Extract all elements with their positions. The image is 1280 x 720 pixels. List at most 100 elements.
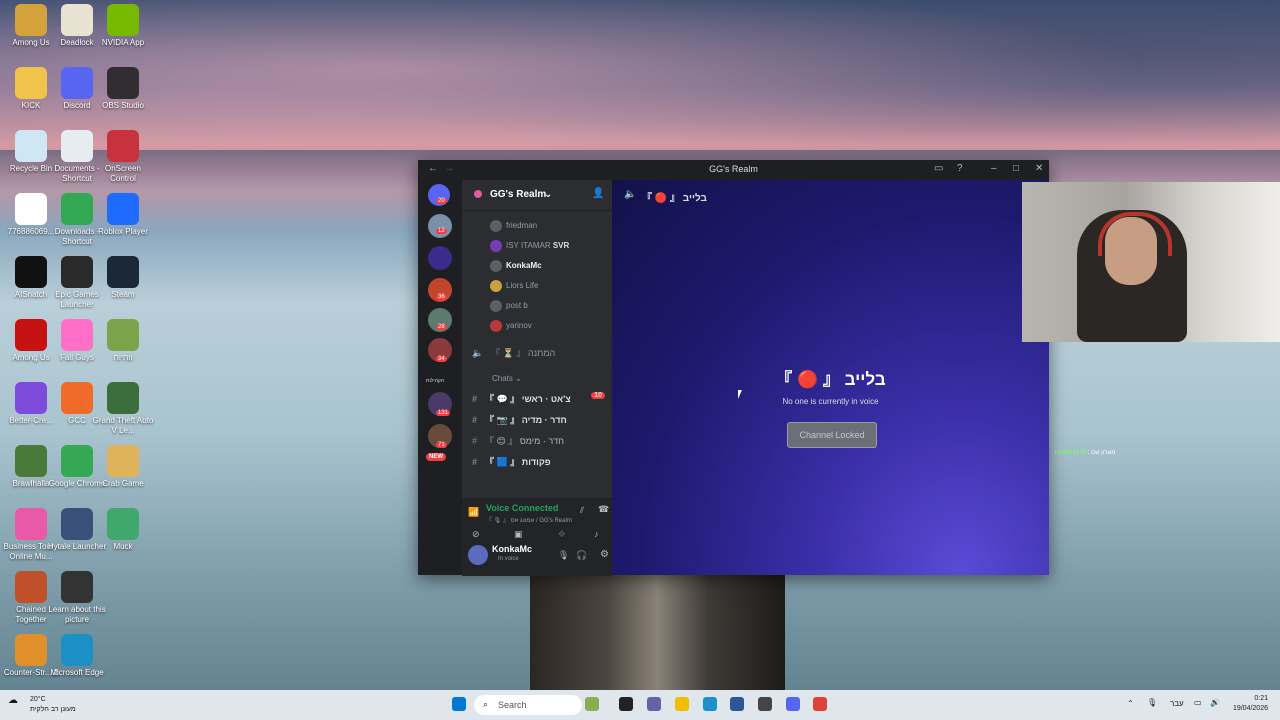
app-icon xyxy=(61,67,93,99)
server-badge: 131 xyxy=(436,410,451,416)
search-icon: ⌕ xyxy=(483,699,489,709)
app-icon xyxy=(61,4,93,36)
search-highlight-icon[interactable] xyxy=(585,697,599,711)
minimize-icon[interactable]: – xyxy=(991,163,997,174)
desktop-icon[interactable]: Crab Game xyxy=(92,445,154,489)
app-icon xyxy=(61,571,93,603)
disconnect-icon[interactable]: ☎ xyxy=(598,504,609,515)
app-icon xyxy=(107,256,139,288)
channel-name: 『 💬 』 צ'אט · ראשי xyxy=(485,394,571,404)
maximize-icon[interactable]: □ xyxy=(1013,163,1019,174)
desktop-icon[interactable]: Grand Theft Auto V Le... xyxy=(92,382,154,436)
channel-main-chat[interactable]: # 『 💬 』 צ'אט · ראשי 10 xyxy=(472,392,607,405)
chrome-icon[interactable] xyxy=(813,697,827,711)
network-icon[interactable]: ▭ xyxy=(1194,698,1202,707)
voice-member[interactable]: KonkaMc xyxy=(490,260,542,272)
search-box[interactable]: ⌕ Search xyxy=(474,695,582,715)
weather-desc[interactable]: מעונן רב חלקית xyxy=(30,706,76,713)
channel-header: 🔈 『 🔴 』 בלייב xyxy=(612,180,1049,208)
voice-member[interactable]: post b xyxy=(490,300,528,312)
app-icon xyxy=(61,382,93,414)
mouse-cursor xyxy=(738,390,742,399)
desktop-icon-label: Crab Game xyxy=(102,479,144,488)
member-name: friedman xyxy=(506,221,538,231)
title-bar: ← → GG's Realm ▭ ? – □ ✕ xyxy=(418,160,1049,180)
empty-voice-text: No one is currently in voice xyxy=(782,397,879,406)
app-icon xyxy=(61,193,93,225)
channel-commands[interactable]: # 『 🟦 』 פקודות xyxy=(472,455,607,468)
voice-channel-path[interactable]: 『 🎙 』 אמונג אס / GG's Realm xyxy=(486,515,572,524)
teams-icon[interactable] xyxy=(647,697,661,711)
weather-icon[interactable]: ☁ xyxy=(8,695,18,706)
desktop-icon-label: OBS Studio xyxy=(102,101,144,110)
store-icon[interactable] xyxy=(730,697,744,711)
weather-temp[interactable]: 20°C xyxy=(30,696,46,703)
folder-label: הקהילות xyxy=(426,378,444,384)
username: KonkaMc xyxy=(492,544,533,554)
server-icon[interactable] xyxy=(428,246,452,270)
desktop-icon[interactable]: OnScreen Control xyxy=(92,130,154,184)
voice-channel-waiting[interactable]: 🔈 『 ⏳ 』 המתנה xyxy=(472,346,607,359)
clock-time[interactable]: 0:21 xyxy=(1228,695,1268,702)
tray-mic-icon[interactable]: 🎙 xyxy=(1147,698,1157,707)
voice-member[interactable]: yarinov xyxy=(490,320,532,332)
inbox-icon[interactable]: ▭ xyxy=(934,163,943,174)
desktop-icon[interactable]: OBS Studio xyxy=(92,67,154,111)
avatar[interactable] xyxy=(468,545,488,565)
server-header[interactable]: GG's Realm ⌄ 👤 xyxy=(462,180,612,211)
microphone-icon[interactable]: 🎙 xyxy=(558,550,569,561)
channel-name: 『 🟦 』 פקודות xyxy=(485,457,551,467)
language-indicator[interactable]: עבר xyxy=(1170,699,1184,708)
app-icon xyxy=(107,4,139,36)
app-icon xyxy=(107,445,139,477)
channel-memes[interactable]: # 『 😊 』 חדר · מימס xyxy=(472,434,607,447)
desktop-icon-label: Roblox Player xyxy=(98,227,148,236)
headphones-icon[interactable]: 🎧 xyxy=(576,550,587,561)
tray-chevron-up-icon[interactable]: ⌃ xyxy=(1127,699,1134,708)
channel-name: 『 😊 』 חדר · מימס xyxy=(485,436,565,446)
desktop-icon[interactable]: Muck xyxy=(92,508,154,552)
start-windows-icon[interactable] xyxy=(452,697,466,711)
gear-icon[interactable]: ⚙ xyxy=(600,549,609,560)
app-icon xyxy=(15,256,47,288)
desktop-icon[interactable]: ווחיוח xyxy=(92,319,154,363)
clock-date[interactable]: 19/04/2026 xyxy=(1220,705,1268,712)
avatar xyxy=(490,320,502,332)
app-icon xyxy=(61,319,93,351)
voice-member[interactable]: Liors Life xyxy=(490,280,538,292)
desktop-icon[interactable]: NVIDIA App xyxy=(92,4,154,48)
channel-media[interactable]: # 『 📷 』 חדר · מדיה xyxy=(472,413,607,426)
channel-name: 『 📷 』 חדר · מדיה xyxy=(485,415,567,425)
noise-suppression-icon[interactable]: ⫽ xyxy=(580,505,584,516)
file-explorer-icon[interactable] xyxy=(675,697,689,711)
app-icon xyxy=(107,508,139,540)
server-icon[interactable] xyxy=(428,214,452,238)
task-view-icon[interactable] xyxy=(619,697,633,711)
desktop-icon[interactable]: Microsoft Edge xyxy=(46,634,108,678)
edge-icon[interactable] xyxy=(703,697,717,711)
desktop-icon[interactable]: Learn about this picture xyxy=(46,571,108,625)
channel-locked-button[interactable]: Channel Locked xyxy=(787,422,877,448)
volume-icon[interactable]: 🔊 xyxy=(1210,698,1220,707)
obs-icon[interactable] xyxy=(758,697,772,711)
help-icon[interactable]: ? xyxy=(957,163,963,174)
voice-member[interactable]: ISY ITAMAR SVR xyxy=(490,240,569,252)
desktop-icon-label: OnScreen Control xyxy=(104,164,142,183)
server-name: GG's Realm xyxy=(490,189,547,200)
window-title: GG's Realm xyxy=(709,164,758,174)
app-icon xyxy=(107,319,139,351)
desktop-icon[interactable]: Steam xyxy=(92,256,154,300)
user-panel: KonkaMc In voice 🎙 🎧 ⚙ xyxy=(462,538,612,575)
app-icon xyxy=(107,382,139,414)
voice-member[interactable]: friedman xyxy=(490,220,537,232)
avatar xyxy=(490,220,502,232)
desktop-icon-label: Muck xyxy=(113,542,133,551)
discord-icon[interactable] xyxy=(786,697,800,711)
desktop-icon[interactable]: Roblox Player xyxy=(92,193,154,237)
app-icon xyxy=(61,256,93,288)
category-label: Chats xyxy=(492,374,513,383)
app-icon xyxy=(15,634,47,666)
add-member-icon[interactable]: 👤 xyxy=(592,188,604,199)
category-chats[interactable]: Chats ⌄ xyxy=(492,374,522,383)
close-icon[interactable]: ✕ xyxy=(1035,163,1043,174)
